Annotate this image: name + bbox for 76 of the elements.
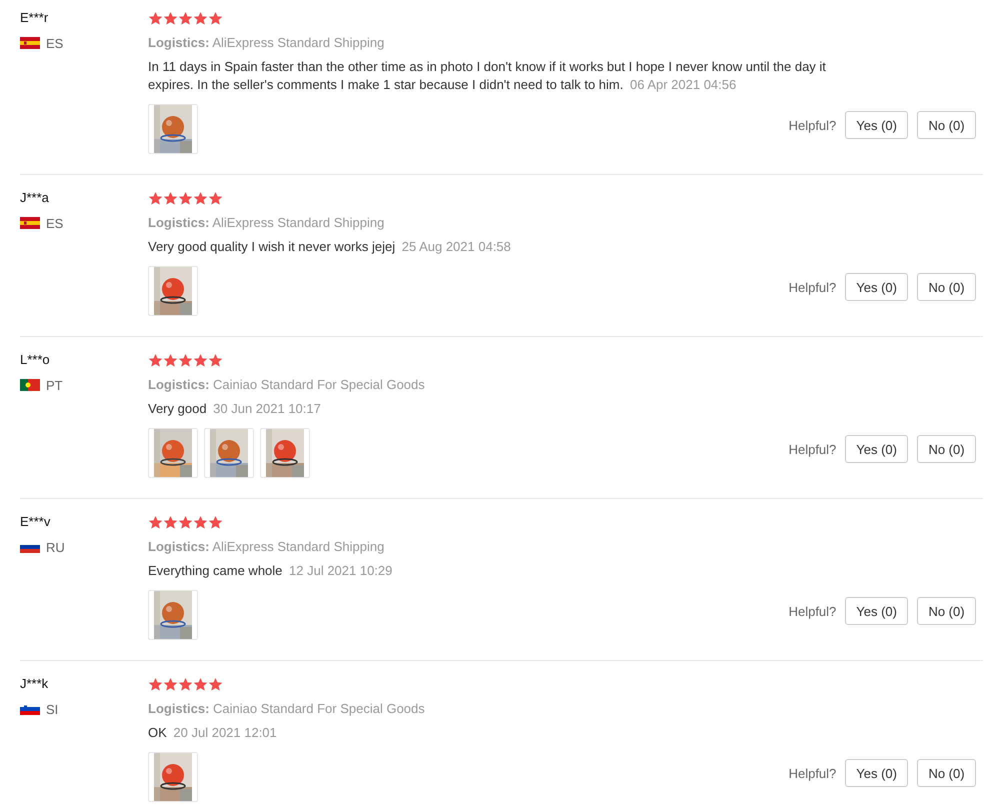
logistics-method: AliExpress Standard Shipping <box>212 215 384 230</box>
logistics-label: Logistics: <box>148 35 210 50</box>
photo-thumbnail[interactable] <box>148 752 198 802</box>
yes-button[interactable]: Yes (0) <box>845 759 908 787</box>
review-comment: In 11 days in Spain faster than the other time as in photo I don't know if it works but I hope I never know until the day it expires. In the seller's comments I make 1 star because I didn't need to talk to him. 06 Apr 2021 04:56 <box>148 58 827 94</box>
star-icon <box>148 190 163 206</box>
photo-thumbnail[interactable] <box>204 428 254 478</box>
no-button[interactable]: No (0) <box>917 273 976 301</box>
yes-button[interactable]: Yes (0) <box>845 435 908 463</box>
logistics-method: Cainiao Standard For Special Goods <box>213 701 425 716</box>
no-button[interactable]: No (0) <box>917 111 976 139</box>
star-icon <box>193 190 208 206</box>
star-icon <box>163 190 178 206</box>
star-icon <box>148 10 163 26</box>
star-icon <box>193 10 208 26</box>
star-icon <box>208 676 223 692</box>
star-icon <box>163 10 178 26</box>
reviewer-name: J***a <box>20 189 50 207</box>
review-comment: Everything came whole 12 Jul 2021 10:29 <box>148 562 394 580</box>
helpful-label: Helpful? <box>788 766 836 780</box>
star-icon <box>208 352 223 368</box>
review-comment: Very good 30 Jun 2021 10:17 <box>148 400 322 418</box>
flag-icon <box>20 37 40 49</box>
flag-icon <box>20 703 40 715</box>
logistics-label: Logistics: <box>148 377 210 392</box>
photo-thumbnail[interactable] <box>148 428 198 478</box>
logistics-label: Logistics: <box>148 701 210 716</box>
country-code: RU <box>46 540 65 554</box>
star-icon <box>163 352 178 368</box>
yes-button[interactable]: Yes (0) <box>845 597 908 625</box>
star-icon <box>163 676 178 692</box>
helpful-label: Helpful? <box>788 604 836 618</box>
photo-thumbnail[interactable] <box>148 266 198 316</box>
logistics-label: Logistics: <box>148 215 210 230</box>
country-code: SI <box>46 702 58 716</box>
star-icon <box>178 190 193 206</box>
country-code: ES <box>46 36 64 50</box>
star-icon <box>178 352 193 368</box>
reviewer-name: J***k <box>20 675 50 693</box>
logistics-label: Logistics: <box>148 539 210 554</box>
helpful-label: Helpful? <box>788 442 836 456</box>
no-button[interactable]: No (0) <box>917 759 976 787</box>
star-icon <box>208 514 223 530</box>
reviewer-name: E***v <box>20 513 52 531</box>
logistics-method: AliExpress Standard Shipping <box>212 539 384 554</box>
no-button[interactable]: No (0) <box>917 597 976 625</box>
star-icon <box>208 190 223 206</box>
star-icon <box>208 10 223 26</box>
no-button[interactable]: No (0) <box>917 435 976 463</box>
star-icon <box>148 514 163 530</box>
star-icon <box>163 514 178 530</box>
yes-button[interactable]: Yes (0) <box>845 111 908 139</box>
helpful-label: Helpful? <box>788 118 836 132</box>
star-icon <box>178 514 193 530</box>
country-code: PT <box>46 378 63 392</box>
helpful-label: Helpful? <box>788 280 836 294</box>
photo-thumbnail[interactable] <box>148 590 198 640</box>
reviewer-name: L***o <box>20 351 51 369</box>
star-icon <box>148 352 163 368</box>
star-icon <box>193 676 208 692</box>
star-icon <box>193 352 208 368</box>
yes-button[interactable]: Yes (0) <box>845 273 908 301</box>
review-comment: OK 20 Jul 2021 12:01 <box>148 724 278 742</box>
flag-icon <box>20 379 40 391</box>
star-icon <box>148 676 163 692</box>
country-code: ES <box>46 216 64 230</box>
flag-icon <box>20 217 40 229</box>
star-icon <box>193 514 208 530</box>
star-icon <box>178 10 193 26</box>
photo-thumbnail[interactable] <box>148 104 198 154</box>
reviewer-name: E***r <box>20 9 50 27</box>
star-icon <box>178 676 193 692</box>
logistics-method: Cainiao Standard For Special Goods <box>213 377 425 392</box>
logistics-method: AliExpress Standard Shipping <box>212 35 384 50</box>
photo-thumbnail[interactable] <box>260 428 310 478</box>
review-comment: Very good quality I wish it never works jejej 25 Aug 2021 04:58 <box>148 238 512 256</box>
